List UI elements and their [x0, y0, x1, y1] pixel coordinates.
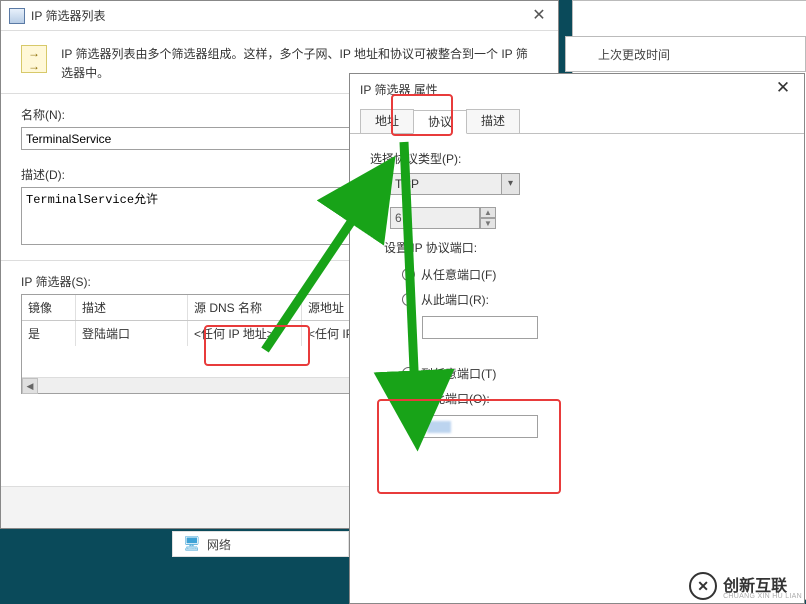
brand-logo: ✕ 创新互联 CHUANG XIN HU LIAN: [689, 572, 802, 600]
cell-src-dns: <任何 IP 地址>: [188, 321, 302, 346]
dialog1-icon: [9, 8, 25, 24]
tab-description[interactable]: 描述: [466, 109, 520, 133]
tab-bar: 地址 协议 描述: [350, 104, 804, 134]
radio-from-any-label: 从任意端口(F): [421, 266, 496, 283]
cell-desc: 登陆端口: [76, 321, 188, 346]
tab-address[interactable]: 地址: [360, 109, 414, 133]
from-port-input: [422, 316, 538, 339]
spin-down-icon[interactable]: ▼: [480, 218, 496, 229]
radio-icon: [402, 392, 415, 405]
radio-to-this[interactable]: 到此端口(O):: [402, 390, 776, 407]
radio-to-any-label: 到任意端口(T): [421, 365, 496, 382]
col-mirror[interactable]: 镜像: [22, 295, 76, 320]
ip-filter-properties-dialog: IP 筛选器 属性 ✕ 地址 协议 描述 选择协议类型(P): ▾ ▲ ▼ 设置…: [349, 73, 805, 604]
close-icon[interactable]: ✕: [770, 78, 796, 100]
chevron-down-icon[interactable]: ▾: [502, 173, 520, 195]
to-port-input[interactable]: [422, 415, 538, 438]
dialog1-titlebar[interactable]: IP 筛选器列表 ✕: [1, 1, 558, 31]
tab-protocol[interactable]: 协议: [413, 110, 467, 134]
brand-logo-sub: CHUANG XIN HU LIAN: [723, 593, 802, 600]
radio-icon: [402, 367, 415, 380]
dialog2-titlebar[interactable]: IP 筛选器 属性 ✕: [350, 74, 804, 104]
dialog1-title: IP 筛选器列表: [31, 7, 105, 24]
protocol-combo[interactable]: [390, 173, 502, 195]
protocol-number-spinner: [390, 207, 480, 229]
radio-icon: [402, 293, 415, 306]
filter-list-icon: [21, 45, 47, 73]
dialog2-title: IP 筛选器 属性: [360, 81, 438, 98]
radio-from-this[interactable]: 从此端口(R):: [402, 291, 776, 308]
spin-up-icon[interactable]: ▲: [480, 207, 496, 218]
col-desc[interactable]: 描述: [76, 295, 188, 320]
radio-to-any[interactable]: 到任意端口(T): [402, 365, 776, 382]
protocol-type-group: 选择协议类型(P): ▾ ▲ ▼: [370, 150, 784, 229]
radio-from-this-label: 从此端口(R):: [421, 291, 489, 308]
nav-item-network[interactable]: 🖥 网络: [172, 531, 349, 557]
radio-to-this-label: 到此端口(O):: [421, 390, 490, 407]
scroll-left-icon[interactable]: ◀: [22, 378, 38, 394]
nav-item-label: 网络: [207, 536, 231, 553]
protocol-type-label: 选择协议类型(P):: [370, 150, 784, 167]
bg-column-header: 上次更改时间: [565, 36, 806, 72]
port-group-title: 设置 IP 协议端口:: [384, 239, 776, 256]
close-icon[interactable]: ✕: [526, 5, 552, 27]
port-group: 设置 IP 协议端口: 从任意端口(F) 从此端口(R): 到任意端口(T) 到…: [384, 239, 776, 438]
radio-icon: [402, 268, 415, 281]
brand-logo-icon: ✕: [689, 572, 717, 600]
radio-from-any[interactable]: 从任意端口(F): [402, 266, 776, 283]
network-icon: 🖥: [183, 536, 199, 552]
cell-mirror: 是: [22, 321, 76, 346]
col-src-dns[interactable]: 源 DNS 名称: [188, 295, 302, 320]
bg-column-text: 上次更改时间: [598, 46, 670, 63]
